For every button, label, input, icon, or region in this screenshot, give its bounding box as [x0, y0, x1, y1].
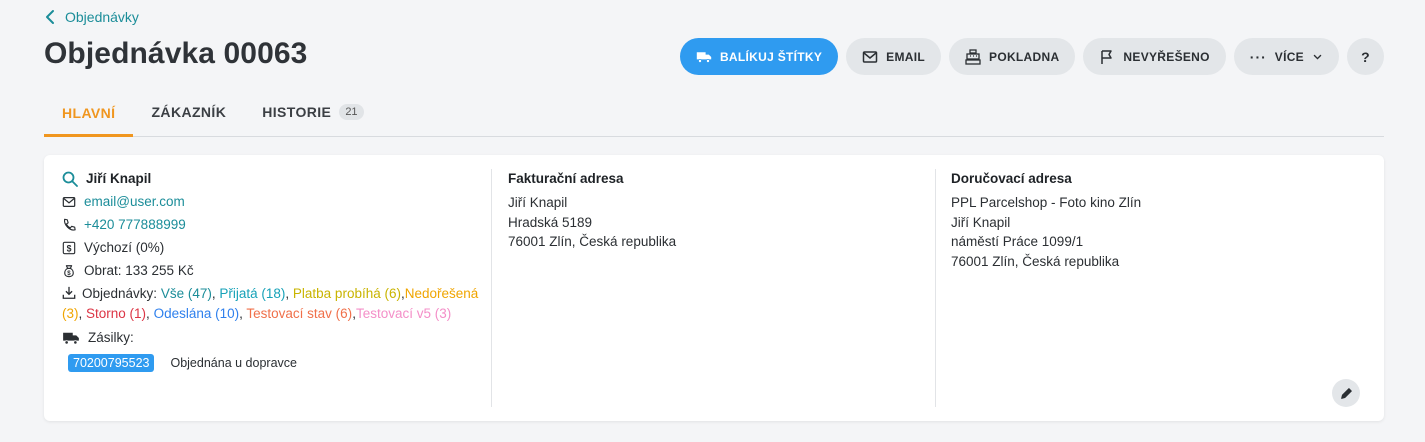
pencil-icon — [1340, 387, 1352, 399]
dollar-icon: $ — [62, 241, 76, 255]
unresolved-button[interactable]: NEVYŘEŠENO — [1083, 38, 1226, 75]
order-status-link[interactable]: Testovací stav (6) — [246, 306, 352, 321]
order-info-card: Jiří Knapil email@user.com +420 77788899… — [44, 155, 1384, 421]
billing-address-heading: Fakturační adresa — [508, 171, 624, 186]
tab-customer-label: ZÁKAZNÍK — [151, 104, 227, 120]
money-bag-icon: $ — [64, 265, 74, 278]
order-separator: , — [285, 286, 293, 301]
customer-orders: Objednávky: Vše (47), Přijatá (18), Plat… — [62, 284, 492, 324]
ellipsis-icon: ··· — [1249, 48, 1267, 65]
order-status-link[interactable]: Odeslána (10) — [154, 306, 240, 321]
flag-icon — [1101, 49, 1113, 64]
column-divider — [491, 169, 492, 407]
order-status-link[interactable]: Vše (47) — [161, 286, 212, 301]
cash-register-button[interactable]: POKLADNA — [949, 38, 1076, 75]
shipments-label: Zásilky: — [88, 330, 134, 345]
billing-line: 76001 Zlín, Česká republika — [508, 234, 677, 249]
delivery-address-heading: Doručovací adresa — [951, 171, 1072, 186]
customer-email-row: email@user.com — [62, 192, 492, 212]
package-labels-button[interactable]: BALÍKUJ ŠTÍTKY — [679, 38, 839, 75]
delivery-line: 76001 Zlín, Česká republika — [951, 253, 1120, 269]
billing-address-section: Fakturační adresa Jiří Knapil Hradská 51… — [508, 169, 934, 407]
customer-name-row: Jiří Knapil — [62, 169, 492, 189]
tab-main-label: HLAVNÍ — [62, 104, 116, 121]
package-labels-label: BALÍKUJ ŠTÍTKY — [719, 49, 823, 64]
tab-customer[interactable]: ZÁKAZNÍK — [133, 88, 244, 136]
action-bar: BALÍKUJ ŠTÍTKY EMAIL POKLADNA NEVYŘEŠENO… — [679, 38, 1384, 75]
column-divider — [935, 169, 936, 407]
download-tray-icon — [62, 286, 76, 299]
order-separator: , — [78, 306, 87, 321]
customer-phone-link[interactable]: +420 777888999 — [84, 215, 186, 235]
customer-name: Jiří Knapil — [86, 171, 152, 186]
help-button[interactable]: ? — [1347, 38, 1384, 75]
edit-button[interactable] — [1332, 379, 1360, 407]
envelope-icon — [862, 50, 878, 63]
tab-bar: HLAVNÍ ZÁKAZNÍK HISTORIE 21 — [44, 88, 1384, 137]
svg-text:$: $ — [67, 270, 71, 277]
billing-line: Jiří Knapil — [508, 195, 568, 210]
search-icon[interactable] — [62, 171, 78, 187]
page-title: Objednávka 00063 — [44, 37, 308, 70]
truck-icon — [696, 51, 712, 63]
tab-history[interactable]: HISTORIE 21 — [244, 88, 381, 136]
customer-section: Jiří Knapil email@user.com +420 77788899… — [62, 169, 492, 407]
email-button[interactable]: EMAIL — [846, 38, 942, 75]
delivery-line: Jiří Knapil — [951, 214, 1011, 230]
delivery-line: PPL Parcelshop - Foto kino Zlín — [951, 195, 1142, 210]
delivery-line: náměstí Práce 1099/1 — [951, 234, 1084, 249]
cash-register-icon — [965, 48, 981, 65]
billing-line: Hradská 5189 — [508, 214, 593, 230]
customer-pricelist: Výchozí (0%) — [84, 240, 165, 255]
chevron-down-icon — [1313, 54, 1322, 60]
more-button[interactable]: ··· VÍCE — [1233, 38, 1339, 75]
order-separator: , — [146, 306, 154, 321]
more-label: VÍCE — [1274, 49, 1304, 64]
shipment-status: Objednána u dopravce — [170, 356, 297, 370]
phone-icon — [64, 218, 76, 231]
customer-turnover: Obrat: 133 255 Kč — [84, 263, 194, 278]
back-link-label[interactable]: Objednávky — [65, 9, 139, 25]
order-status-link[interactable]: Přijatá (18) — [219, 286, 285, 301]
tab-main[interactable]: HLAVNÍ — [44, 88, 134, 137]
order-status-link[interactable]: Testovací v5 (3) — [356, 306, 451, 321]
history-count-badge: 21 — [339, 104, 364, 120]
svg-text:$: $ — [67, 244, 72, 254]
shipments-row: Zásilky: — [62, 328, 492, 348]
order-status-link[interactable]: Storno (1) — [86, 306, 146, 321]
cash-register-label: POKLADNA — [989, 49, 1060, 64]
customer-email-link[interactable]: email@user.com — [84, 192, 185, 212]
customer-turnover-row: $ Obrat: 133 255 Kč — [62, 261, 492, 281]
chevron-left-icon — [46, 10, 54, 24]
shipment-number-badge[interactable]: 70200795523 — [68, 354, 155, 372]
truck-icon — [63, 332, 79, 345]
email-label: EMAIL — [886, 49, 926, 64]
unresolved-label: NEVYŘEŠENO — [1123, 49, 1210, 64]
order-status-link[interactable]: Platba probíhá (6) — [293, 286, 401, 301]
tab-history-label: HISTORIE — [262, 104, 332, 120]
delivery-address-section: Doručovací adresa PPL Parcelshop - Foto … — [951, 169, 1351, 407]
customer-pricelist-row: $ Výchozí (0%) — [62, 238, 492, 258]
customer-phone-row: +420 777888999 — [62, 215, 492, 235]
orders-label: Objednávky: — [82, 286, 158, 301]
back-link[interactable]: Objednávky — [43, 9, 139, 25]
shipment-item: 70200795523 Objednána u dopravce — [68, 354, 492, 372]
envelope-icon — [62, 197, 76, 207]
